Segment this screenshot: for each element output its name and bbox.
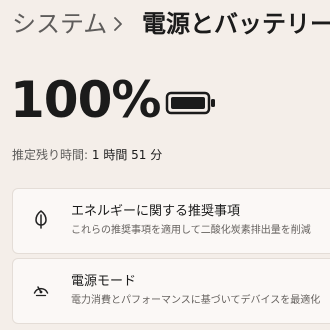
page-title: 電源とバッテリー: [142, 10, 330, 38]
card-description: 電力消費とパフォーマンスに基づいてデバイスを最適化: [71, 295, 321, 306]
leaf-icon: [35, 210, 47, 229]
breadcrumb: システム 電源とバッテリー: [0, 8, 330, 40]
card-title: エネルギーに関する推奨事項: [71, 204, 241, 219]
power-mode-icon: [33, 286, 49, 297]
card-title: 電源モード: [71, 274, 137, 289]
remaining-time-label: 推定残り時間:: [12, 148, 89, 162]
remaining-time-value: 1 時間 51 分: [91, 148, 163, 162]
card-description: これらの推奨事項を適用して二酸化炭素排出量を削減: [71, 225, 311, 236]
power-mode-card[interactable]: 電源モード 電力消費とパフォーマンスに基づいてデバイスを最適化: [12, 258, 330, 324]
estimated-remaining-time: 推定残り時間: 1 時間 51 分: [12, 146, 162, 164]
energy-recommendations-card[interactable]: エネルギーに関する推奨事項 これらの推奨事項を適用して二酸化炭素排出量を削減: [12, 188, 330, 254]
battery-icon: [165, 91, 215, 115]
chevron-right-icon: [114, 17, 122, 31]
breadcrumb-parent-system[interactable]: システム: [12, 8, 107, 40]
battery-percentage: 100%: [10, 71, 161, 129]
